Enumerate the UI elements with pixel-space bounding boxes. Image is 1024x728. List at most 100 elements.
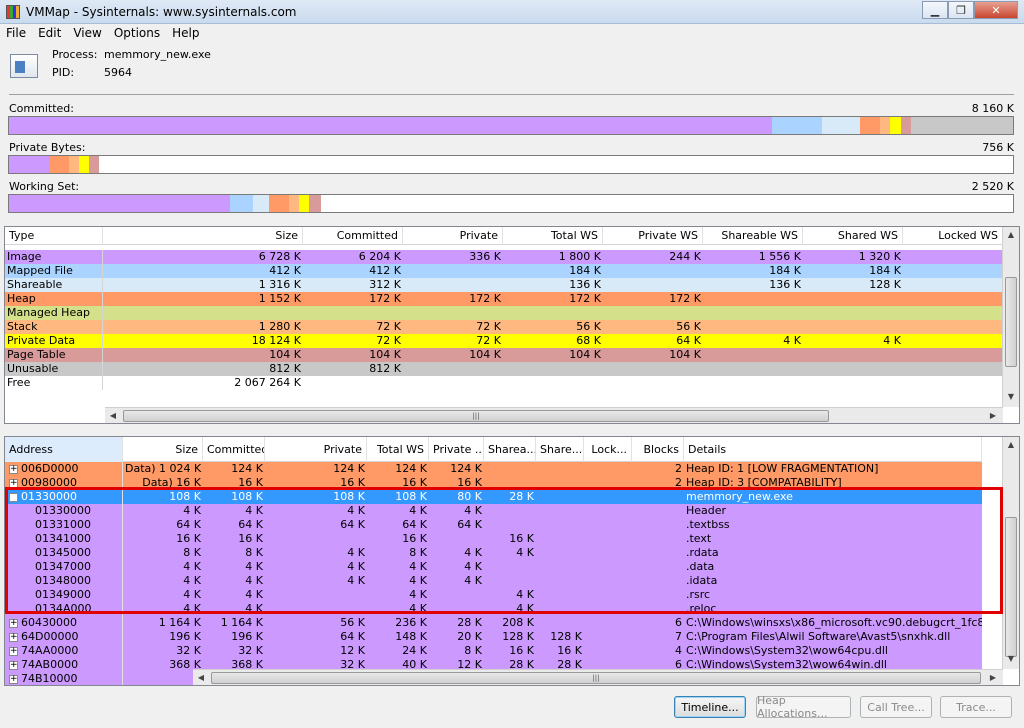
scroll-down-icon[interactable]: ▼ bbox=[1003, 651, 1019, 667]
type-row-page-table[interactable]: Page Table 104 K 104 K 104 K 104 K 104 K bbox=[5, 348, 1003, 362]
type-row-heap[interactable]: Heap 1 152 K 172 K 172 K 172 K 172 K bbox=[5, 292, 1003, 306]
maximize-icon[interactable]: ❐ bbox=[948, 1, 974, 19]
column-header-total-ws[interactable]: Total WS bbox=[503, 227, 603, 245]
column-header-locked-ws[interactable]: Locked WS bbox=[903, 227, 1003, 245]
call-tree-button[interactable]: Call Tree... bbox=[860, 696, 932, 718]
address-row[interactable]: +64D00000 196 K 196 K 64 K 148 K 20 K 128 K 128… bbox=[5, 630, 1003, 644]
hscroll-thumb[interactable]: ||| bbox=[211, 672, 981, 684]
address-row[interactable]: 0134A000 4 K4 K4 K4 K .reloc bbox=[5, 602, 1003, 616]
scroll-thumb[interactable] bbox=[1005, 277, 1017, 367]
expand-icon[interactable]: + bbox=[9, 646, 18, 656]
scroll-down-icon[interactable]: ▼ bbox=[1003, 389, 1019, 405]
expand-icon[interactable]: + bbox=[9, 660, 18, 670]
type-row-mapped-file[interactable]: Mapped File 412 K 412 K 184 K 184 K 184 K bbox=[5, 264, 1003, 278]
type-cell: 18 124 K bbox=[103, 334, 303, 348]
address-row[interactable]: 01348000 4 K4 K4 K4 K4 K .idata bbox=[5, 574, 1003, 588]
detail-cell: 4 K bbox=[265, 546, 367, 560]
expand-icon[interactable]: + bbox=[9, 464, 18, 474]
detail-cell: 4 K bbox=[123, 560, 203, 574]
address-row[interactable]: 01347000 4 K4 K4 K4 K4 K .data bbox=[5, 560, 1003, 574]
address-row[interactable]: +60430000 1 164 K1 164 K 56 K 236 K 28 K 208 … bbox=[5, 616, 1003, 630]
detail-table-vscrollbar[interactable]: ▲ ▼ bbox=[1002, 437, 1019, 669]
type-summary-table[interactable]: Type Size Committed Private Total WS Private … bbox=[4, 226, 1020, 424]
type-row-unusable[interactable]: Unusable 812 K 812 K bbox=[5, 362, 1003, 376]
scroll-left-icon[interactable]: ◀ bbox=[105, 408, 121, 423]
address-cell: 01347000 bbox=[5, 560, 123, 574]
address-row[interactable]: +74AA0000 32 K 32 K 12 K 24 K8 K 16 K 16 K 4 C:\… bbox=[5, 644, 1003, 658]
column-header-share[interactable]: Share... bbox=[536, 437, 584, 462]
address-cell: +00980000 bbox=[5, 476, 123, 490]
type-cell bbox=[303, 306, 403, 320]
column-header-committed[interactable]: Committed bbox=[203, 437, 265, 462]
address-detail-table[interactable]: Address Size Committed Private Total WS Priva… bbox=[4, 436, 1020, 686]
timeline-button[interactable]: Timeline... bbox=[674, 696, 746, 718]
type-row-shareable[interactable]: Shareable 1 316 K 312 K 136 K 136 K 128 K bbox=[5, 278, 1003, 292]
column-header-sharea[interactable]: Sharea... bbox=[484, 437, 536, 462]
menu-help[interactable]: Help bbox=[166, 26, 205, 40]
detail-table-hscrollbar[interactable]: ◀ ||| ▶ bbox=[193, 669, 1003, 685]
column-header-type[interactable]: Type bbox=[5, 227, 103, 245]
column-header-address[interactable]: Address bbox=[5, 437, 123, 462]
menu-file[interactable]: File bbox=[0, 26, 32, 40]
expand-icon[interactable]: + bbox=[9, 632, 18, 642]
address-row[interactable]: 01345000 8 K8 K4 K8 K4 K4 K .rdata bbox=[5, 546, 1003, 560]
menu-bar: File Edit View Options Help bbox=[0, 24, 1024, 42]
address-row[interactable]: 01349000 4 K4 K4 K4 K .rsrc bbox=[5, 588, 1003, 602]
menu-options[interactable]: Options bbox=[108, 26, 166, 40]
column-header-size[interactable]: Size bbox=[103, 227, 303, 245]
address-row[interactable]: +00980000 Data) 16 K 16 K 16 K 16 K 16 K 2 Heap… bbox=[5, 476, 1003, 490]
detail-cell bbox=[584, 462, 632, 476]
column-header-total-ws[interactable]: Total WS bbox=[367, 437, 429, 462]
column-header-private-ws[interactable]: Private WS bbox=[603, 227, 703, 245]
scroll-up-icon[interactable]: ▲ bbox=[1003, 437, 1019, 453]
expand-icon[interactable]: + bbox=[9, 478, 18, 488]
hscroll-thumb[interactable]: ||| bbox=[123, 410, 829, 422]
detail-cell bbox=[536, 532, 584, 546]
scroll-up-icon[interactable]: ▲ bbox=[1003, 227, 1019, 243]
close-icon[interactable]: ✕ bbox=[974, 1, 1018, 19]
scroll-left-icon[interactable]: ◀ bbox=[193, 670, 209, 685]
expand-icon[interactable]: + bbox=[9, 618, 18, 628]
column-header-blocks[interactable]: Blocks bbox=[632, 437, 684, 462]
trace-button[interactable]: Trace... bbox=[940, 696, 1012, 718]
address-row[interactable]: 01331000 64 K 64 K 64 K 64 K 64 K .textbss bbox=[5, 518, 1003, 532]
vmmap-icon bbox=[6, 4, 20, 19]
column-header-size[interactable]: Size bbox=[123, 437, 203, 462]
column-header-private[interactable]: Private ... bbox=[429, 437, 484, 462]
menu-view[interactable]: View bbox=[67, 26, 107, 40]
address-row[interactable]: +006D0000 Data) 1 024 K 124 K 124 K 124 K 124… bbox=[5, 462, 1003, 476]
type-table-vscrollbar[interactable]: ▲ ▼ bbox=[1002, 227, 1019, 407]
type-table-hscrollbar[interactable]: ◀ ||| ▶ bbox=[105, 407, 1003, 423]
menu-edit[interactable]: Edit bbox=[32, 26, 67, 40]
committed-value: 8 160 K bbox=[971, 102, 1014, 115]
column-header-shared-ws[interactable]: Shared WS bbox=[803, 227, 903, 245]
detail-cell: 6 bbox=[632, 616, 684, 630]
address-value: 01331000 bbox=[35, 518, 91, 531]
column-header-committed[interactable]: Committed bbox=[303, 227, 403, 245]
address-row[interactable]: 01341000 16 K 16 K 16 K 16 K .text bbox=[5, 532, 1003, 546]
column-header-shareable-ws[interactable]: Shareable WS bbox=[703, 227, 803, 245]
minimize-icon[interactable]: ▁ bbox=[922, 1, 948, 19]
type-row-private-data[interactable]: Private Data 18 124 K 72 K 72 K 68 K 64 K4 K4… bbox=[5, 334, 1003, 348]
type-row-managed-heap[interactable]: Managed Heap bbox=[5, 306, 1003, 320]
type-row-stack[interactable]: Stack 1 280 K 72 K 72 K 56 K 56 K bbox=[5, 320, 1003, 334]
heap-allocations-button[interactable]: Heap Allocations... bbox=[756, 694, 851, 720]
type-row-free[interactable]: Free 2 067 264 K bbox=[5, 376, 1003, 390]
column-header-lock[interactable]: Lock... bbox=[584, 437, 632, 462]
scroll-thumb[interactable] bbox=[1005, 517, 1017, 657]
address-row[interactable]: −01330000 108 K 108 K 108 K 108 K 80 K 28 Kmem… bbox=[5, 490, 1003, 504]
expand-icon[interactable]: + bbox=[9, 674, 18, 684]
column-header-details[interactable]: Details bbox=[684, 437, 982, 462]
bar-segment-private-data bbox=[79, 156, 90, 173]
type-name: Private Data bbox=[5, 334, 103, 348]
column-header-private[interactable]: Private bbox=[403, 227, 503, 245]
collapse-icon[interactable]: − bbox=[9, 492, 18, 502]
type-row-image[interactable]: Image 6 728 K6 204 K 336 K1 800 K 244 K1 55… bbox=[5, 250, 1003, 264]
address-row[interactable]: 01330000 4 K4 K4 K4 K4 K Header bbox=[5, 504, 1003, 518]
type-table-header: Type Size Committed Private Total WS Private … bbox=[5, 227, 1003, 245]
scroll-right-icon[interactable]: ▶ bbox=[985, 670, 1001, 685]
scroll-right-icon[interactable]: ▶ bbox=[985, 408, 1001, 423]
bar-segment-private-data bbox=[299, 195, 310, 212]
column-header-private[interactable]: Private bbox=[265, 437, 367, 462]
type-cell: 812 K bbox=[303, 362, 403, 376]
